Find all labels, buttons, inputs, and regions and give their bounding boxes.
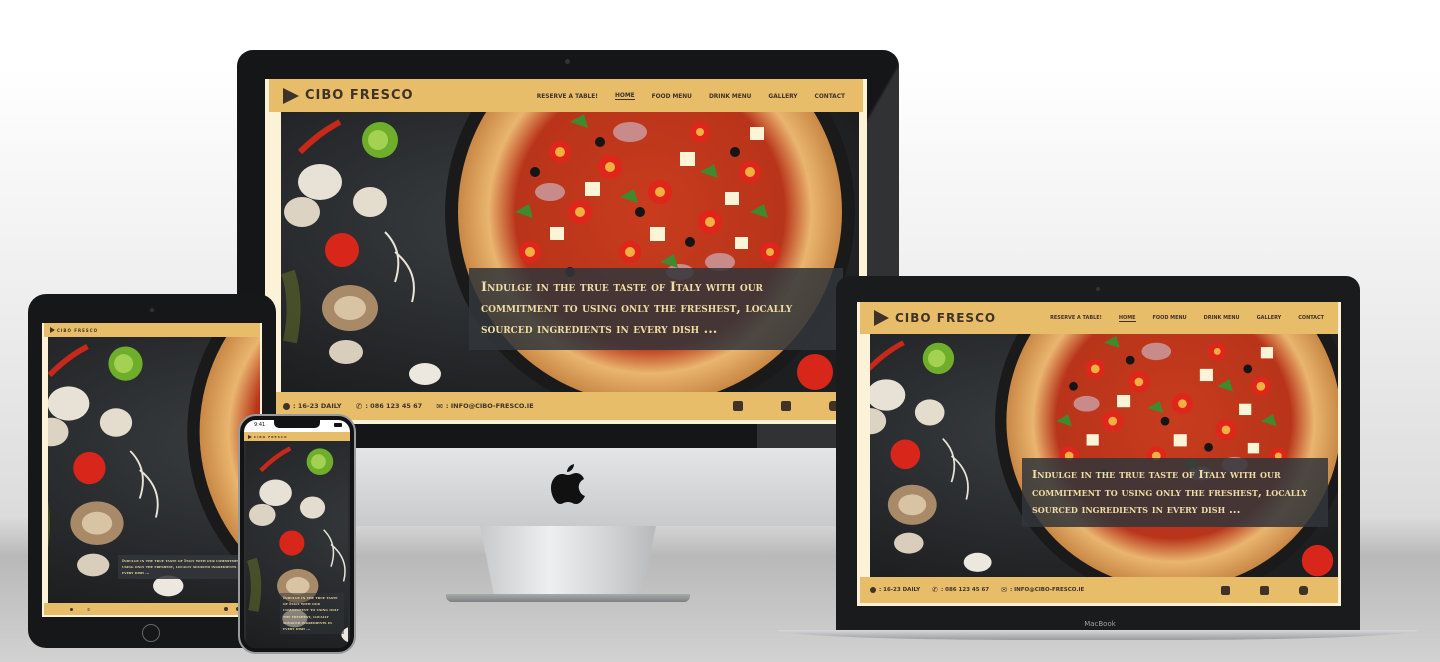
facebook-icon[interactable] (224, 607, 228, 611)
brand-logo[interactable]: CIBO FRESCO (283, 87, 414, 104)
nav-drink-menu[interactable]: DRINK MENU (1204, 315, 1240, 321)
notch (274, 420, 320, 428)
phone-icon[interactable]: ✆ (87, 607, 90, 612)
nav-food-menu[interactable]: FOOD MENU (1153, 315, 1187, 321)
footer: : 16-23 DAILY ✆: 086 123 45 67 ✉: INFO@C… (860, 577, 1338, 603)
navbar: CIBO FRESCO (244, 432, 350, 441)
facebook-icon[interactable] (733, 401, 743, 411)
hero-image: Indulge in the true taste of Italy with … (870, 334, 1338, 578)
navbar: CIBO FRESCO RESERVE A TABLE! HOME FOOD M… (860, 302, 1338, 334)
tablet-website: CIBO FRESCO Indulge in the true taste of… (42, 323, 262, 617)
nav-gallery[interactable]: GALLERY (768, 92, 797, 100)
brand-name: CIBO FRESCO (305, 88, 414, 103)
brand-logo[interactable]: CIBO FRESCO (874, 310, 996, 326)
status-time: 9:41 (254, 422, 266, 428)
nav-gallery[interactable]: GALLERY (1257, 315, 1282, 321)
pizza-slice-icon (248, 434, 252, 439)
macbook-website: CIBO FRESCO RESERVE A TABLE! HOME FOOD M… (857, 302, 1341, 606)
nav-contact[interactable]: CONTACT (815, 92, 845, 100)
hero-tagline: Indulge in the true taste of Italy with … (280, 593, 344, 635)
pizza-slice-icon (283, 87, 299, 104)
phone-icon: ✆ (932, 586, 938, 594)
brand-logo[interactable]: CIBO FRESCO (248, 434, 288, 439)
clock-icon (870, 587, 876, 593)
instagram-icon[interactable] (1299, 585, 1308, 595)
footer-phone[interactable]: ✆: 086 123 45 67 (932, 586, 989, 594)
footer-hours: : 16-23 DAILY (283, 402, 342, 410)
nav-links: RESERVE A TABLE! HOME FOOD MENU DRINK ME… (537, 91, 845, 100)
social-links (733, 401, 839, 411)
imac-website: CIBO FRESCO RESERVE A TABLE! HOME FOOD M… (265, 79, 867, 424)
footer-phone[interactable]: ✆: 086 123 45 67 (356, 402, 423, 411)
nav-drink-menu[interactable]: DRINK MENU (709, 92, 751, 100)
nav-reserve[interactable]: RESERVE A TABLE! (1050, 315, 1102, 321)
battery-icon (334, 423, 342, 427)
macbook-label: MacBook (1084, 620, 1116, 628)
nav-home[interactable]: HOME (1118, 315, 1136, 322)
clock-icon (283, 402, 290, 410)
clock-icon (70, 607, 73, 611)
status-bar: 9:41 (244, 420, 350, 432)
pizza-slice-icon (50, 327, 55, 333)
nav-food-menu[interactable]: FOOD MENU (652, 92, 692, 100)
home-button[interactable] (142, 624, 160, 642)
hero-image: Indulge in the true taste of Italy with … (281, 112, 859, 392)
footer-hours: : 16-23 DAILY (870, 587, 920, 593)
envelope-icon: ✉ (436, 401, 443, 411)
navbar: CIBO FRESCO (44, 323, 260, 337)
brand-name: CIBO FRESCO (895, 311, 997, 325)
hero-tagline: Indulge in the true taste of Italy with … (469, 268, 843, 351)
phone-icon: ✆ (355, 401, 363, 411)
brand-logo[interactable]: CIBO FRESCO (50, 327, 98, 333)
imac-stand (480, 526, 656, 596)
brand-name: CIBO FRESCO (57, 327, 99, 333)
hero-tagline: Indulge in the true taste of Italy with … (118, 555, 258, 579)
phone-website: 9:41 CIBO FRESCO Indulge in the true tas… (244, 420, 350, 648)
facebook-icon[interactable] (1221, 585, 1230, 595)
envelope-icon: ✉ (1001, 586, 1008, 594)
social-links (1221, 585, 1308, 595)
nav-contact[interactable]: CONTACT (1298, 315, 1324, 321)
brand-name: CIBO FRESCO (254, 434, 288, 439)
footer: ✆ (44, 603, 260, 615)
nav-links: RESERVE A TABLE! HOME FOOD MENU DRINK ME… (1050, 315, 1324, 322)
apple-logo-icon (551, 464, 585, 504)
twitter-icon[interactable] (1260, 585, 1269, 595)
footer-email[interactable]: ✉: INFO@CIBO-FRESCO.IE (1001, 586, 1084, 594)
camera-icon (565, 59, 570, 64)
nav-home[interactable]: HOME (614, 91, 635, 100)
hero-image: Indulge in the true taste of Italy with … (48, 337, 260, 603)
camera-icon (150, 308, 154, 312)
camera-icon (1096, 287, 1100, 291)
hero-image: Indulge in the true taste of Italy with … (246, 441, 348, 648)
hero-tagline: Indulge in the true taste of Italy with … (1022, 458, 1328, 527)
twitter-icon[interactable] (781, 401, 791, 411)
nav-reserve[interactable]: RESERVE A TABLE! (537, 92, 598, 100)
pizza-slice-icon (874, 310, 889, 326)
navbar: CIBO FRESCO RESERVE A TABLE! HOME FOOD M… (269, 79, 863, 112)
footer: : 16-23 DAILY ✆: 086 123 45 67 ✉: INFO@C… (269, 392, 863, 420)
footer-email[interactable]: ✉: INFO@CIBO-FRESCO.IE (436, 402, 533, 411)
